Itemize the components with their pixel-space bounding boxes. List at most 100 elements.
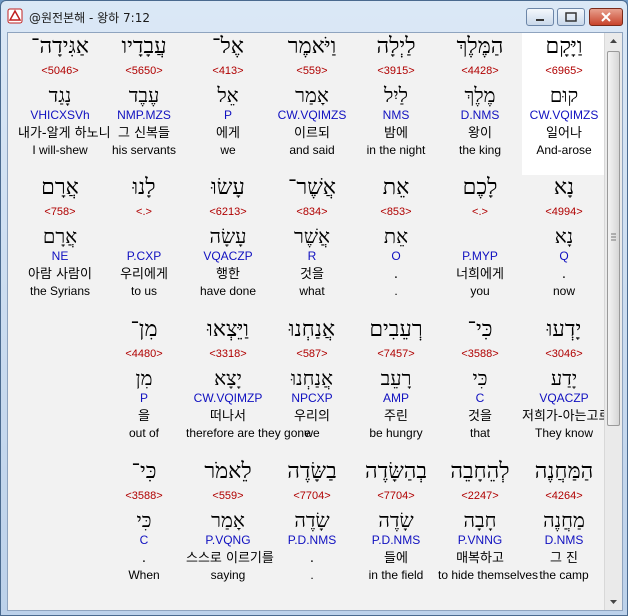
korean-gloss: . — [393, 267, 399, 282]
maximize-button[interactable] — [557, 8, 585, 26]
word-cell[interactable]: נָא <4994> נָא Q. now — [522, 174, 606, 316]
strong-number: <2247> — [461, 490, 499, 502]
strong-number: <5046> — [41, 65, 79, 77]
word-cell[interactable]: לַיְלָה <3915> לַיִל NMS 밤에 in the night — [354, 33, 438, 175]
lemma-word: כִּי — [472, 366, 488, 390]
hebrew-word: עֲבָדָיו — [121, 34, 167, 59]
lemma-word: לַיִל — [384, 83, 408, 107]
korean-gloss: 행한 — [216, 267, 240, 282]
korean-gloss: 그 신복들 — [118, 126, 170, 141]
korean-gloss: 우리의 — [294, 409, 330, 424]
strong-number: <834> — [296, 206, 328, 218]
word-cell[interactable]: וַיָּקָם <6965> קוּם CW.VQIMZS 일어나 And-arose — [522, 33, 606, 175]
hebrew-word: בְהַשָּׂדֶה — [364, 459, 428, 484]
strong-number: <4994> — [545, 206, 583, 218]
strong-number: <4264> — [545, 490, 583, 502]
english-gloss: be hungry — [369, 426, 423, 440]
word-cell[interactable]: עֲבָדָיו <5650> עֶבֶד NMP.MZS 그 신복들 his serva… — [102, 33, 186, 175]
hebrew-word: אַגִּידָה־ — [31, 34, 89, 59]
word-cell[interactable]: הַמֶּלֶךְ <4428> מֶלֶךְ D.NMS 왕이 the king — [438, 33, 522, 175]
hebrew-word: הַמֶּלֶךְ — [456, 34, 504, 59]
hebrew-word: וַיֹּאמֶר — [287, 34, 337, 59]
word-cell[interactable]: רְעֵבִים <7457> רָעֵב AMP 주린 be hungry — [354, 316, 438, 458]
title-bar[interactable]: @원전본해 - 왕하 7:12 — [1, 1, 627, 31]
minimize-button[interactable] — [526, 8, 554, 26]
morphology-code: R — [307, 249, 317, 263]
word-cell[interactable]: לָכֶם <.> P.MYP 너희에게 you — [438, 174, 522, 316]
lemma-word: רָעֵב — [380, 366, 412, 390]
morphology-code: P — [223, 108, 232, 122]
korean-gloss: 우리에게 — [120, 267, 168, 282]
english-gloss: we — [220, 143, 236, 157]
word-cell[interactable]: מִן־ <4480> מִן P 을 out of — [102, 316, 186, 458]
word-cell[interactable]: אַגִּידָה־ <5046> נָגַד VHICXSVh 내가-알게 하노니 I … — [18, 33, 111, 175]
english-gloss: They know — [534, 426, 594, 440]
close-button[interactable] — [589, 8, 623, 26]
lemma-word: אָמַר — [295, 83, 329, 107]
vertical-scrollbar[interactable] — [604, 33, 622, 610]
word-cell[interactable]: אֲשֶׁר־ <834> אֲשֶׁר R 것을 what — [270, 174, 354, 316]
korean-gloss: 왕이 — [468, 126, 492, 141]
hebrew-word: עָשׂוּ — [211, 175, 245, 200]
lemma-word: יָדַע — [550, 366, 578, 390]
word-cell[interactable]: לָנוּ <.> P.CXP 우리에게 to us — [102, 174, 186, 316]
word-cell[interactable]: אֵת <853> אֵת O.. — [354, 174, 438, 316]
scroll-down-button[interactable] — [606, 594, 621, 610]
hebrew-word: לְהֵחָבֵה — [450, 459, 510, 484]
english-gloss: now — [552, 284, 575, 298]
interlinear-view[interactable]: וַיָּקָם <6965> קוּם CW.VQIMZS 일어나 And-arose ה… — [7, 32, 623, 611]
korean-gloss: 을 — [138, 409, 150, 424]
arrow-up-icon — [610, 39, 617, 43]
morphology-code: D.NMS — [544, 533, 584, 547]
word-cell[interactable]: לְהֵחָבֵה <2247> חָבָה P.VNNG 매복하고 to hide th… — [438, 458, 538, 600]
english-gloss: his servants — [111, 143, 177, 157]
arrow-down-icon — [610, 600, 617, 604]
word-cell[interactable]: כִּי־ <3588> כִּי C. When — [102, 458, 186, 600]
strong-number: <5650> — [125, 65, 163, 77]
hebrew-word: לֵאמֹר — [204, 459, 252, 484]
word-cell[interactable]: יָדְעוּ <3046> יָדַע VQACZP 저희가-아는고로 They kno… — [522, 316, 610, 458]
morphology-code: P — [139, 391, 148, 405]
word-cell[interactable]: אֶל־ <413> אֵל P 에게 we — [186, 33, 270, 175]
morphology-code: NMP.MZS — [117, 108, 171, 122]
lemma-word: כִּי — [136, 508, 152, 532]
english-gloss: in the night — [366, 143, 426, 157]
word-cell[interactable]: כִּי־ <3588> כִּי C 것을 that — [438, 316, 522, 458]
korean-gloss: 주린 — [384, 409, 408, 424]
korean-gloss: . — [309, 551, 315, 566]
scroll-up-button[interactable] — [606, 33, 621, 49]
word-cell[interactable]: אֲרָם <758> אֲרָם NE 아람 사람이 the Syrians — [18, 174, 102, 316]
morphology-code: AMP — [382, 391, 409, 405]
word-cell[interactable]: וַיֵּצְאוּ <3318> יָצָא CW.VQIMZP 떠나서 therefo… — [186, 316, 311, 458]
morphology-code: P.VQNG — [205, 533, 251, 547]
korean-gloss: 밤에 — [384, 126, 408, 141]
english-gloss: have done — [199, 284, 257, 298]
verse-row: וַיָּקָם <6965> קוּם CW.VQIMZS 일어나 And-arose ה… — [8, 33, 606, 175]
strong-number: <758> — [44, 206, 76, 218]
hebrew-word: לָנוּ — [132, 175, 156, 200]
korean-gloss: 들에 — [384, 551, 408, 566]
scrollbar-thumb[interactable] — [607, 51, 620, 426]
word-cell[interactable]: בְהַשָּׂדֶה <7704> שָׂדֶה P.D.NMS 들에 in the f… — [354, 458, 438, 600]
word-cell[interactable]: בַשָּׂדֶה <7704> שָׂדֶה P.D.NMS.. — [270, 458, 354, 600]
grip-icon — [611, 233, 616, 241]
english-gloss: to us — [130, 284, 157, 298]
word-cell[interactable]: לֵאמֹר <559> אָמַר P.VQNG 스스로 이르기를 saying — [186, 458, 274, 600]
korean-gloss: 것을 — [468, 409, 492, 424]
word-cell[interactable]: וַיֹּאמֶר <559> אָמַר CW.VQIMZS 이르되 and said — [270, 33, 354, 175]
morphology-code: O — [391, 249, 401, 263]
strong-number: <4428> — [461, 65, 499, 77]
english-gloss: out of — [128, 426, 160, 440]
hebrew-word: אֵת — [382, 175, 410, 200]
strong-number: <3588> — [125, 490, 163, 502]
lemma-word: אָמַר — [211, 508, 245, 532]
hebrew-word: וַיָּקָם — [545, 34, 583, 59]
hebrew-word: וַיֵּצְאוּ — [207, 317, 249, 342]
strong-number: <7704> — [293, 490, 331, 502]
lemma-word: חָבָה — [463, 508, 497, 532]
maximize-icon — [565, 12, 577, 22]
english-gloss: what — [299, 284, 325, 298]
korean-gloss: 것을 — [300, 267, 324, 282]
word-cell[interactable]: עָשׂוּ <6213> עָשָׂה VQACZP 행한 have done — [186, 174, 270, 316]
lemma-word: קוּם — [549, 83, 579, 107]
